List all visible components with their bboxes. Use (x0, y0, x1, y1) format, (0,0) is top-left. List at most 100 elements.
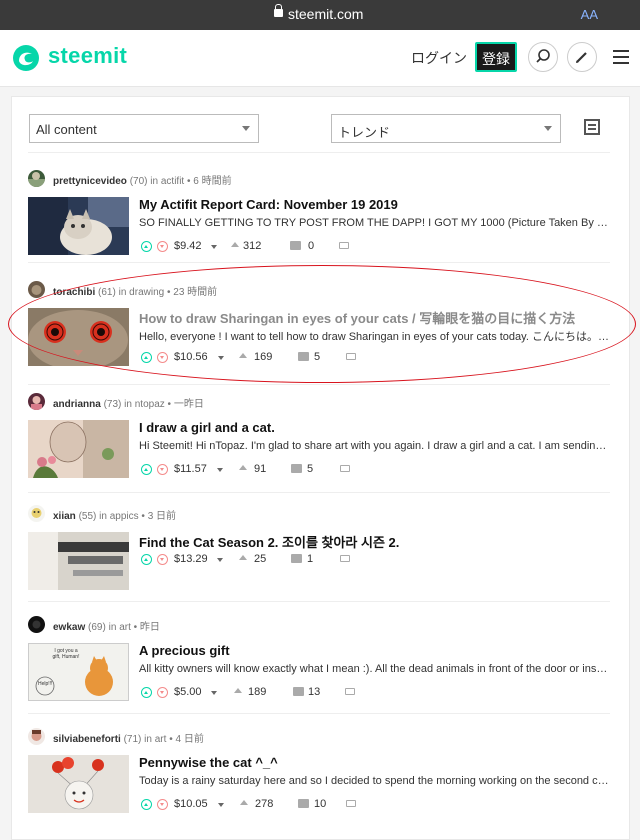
comment-count[interactable]: 1 (307, 553, 313, 565)
downvote-icon[interactable] (157, 464, 168, 475)
upvote-icon[interactable] (141, 464, 152, 475)
vote-count[interactable]: 91 (254, 463, 266, 475)
chevron-down-icon[interactable] (217, 558, 223, 562)
author-link[interactable]: xiian (53, 511, 76, 522)
reblog-icon[interactable] (340, 465, 350, 472)
downvote-icon[interactable] (157, 554, 168, 565)
chevron-down-icon[interactable] (218, 803, 224, 807)
comment-count[interactable]: 5 (314, 351, 320, 363)
author-link[interactable]: andrianna (53, 399, 101, 410)
payout-amount[interactable]: $5.00 (174, 686, 202, 698)
chevron-down-icon[interactable] (217, 468, 223, 472)
vote-count[interactable]: 169 (254, 351, 272, 363)
downvote-icon[interactable] (157, 799, 168, 810)
payout-amount[interactable]: $13.29 (174, 553, 208, 565)
comment-icon[interactable] (290, 241, 301, 250)
comment-icon[interactable] (291, 464, 302, 473)
browser-url-bar[interactable]: steemit.com AA (0, 0, 640, 30)
comment-count[interactable]: 10 (314, 798, 326, 810)
post-thumbnail[interactable] (28, 755, 129, 813)
reblog-icon[interactable] (346, 353, 356, 360)
payout-amount[interactable]: $9.42 (174, 240, 202, 252)
voters-icon[interactable] (239, 353, 247, 358)
steemit-logo-icon[interactable] (12, 44, 40, 72)
category-link[interactable]: drawing (129, 287, 164, 298)
chevron-down-icon[interactable] (218, 356, 224, 360)
post-title[interactable]: A precious gift (139, 643, 230, 658)
downvote-icon[interactable] (157, 352, 168, 363)
post-thumbnail[interactable] (28, 420, 129, 478)
upvote-icon[interactable] (141, 241, 152, 252)
upvote-icon[interactable] (141, 554, 152, 565)
comment-icon[interactable] (298, 799, 309, 808)
post-thumbnail[interactable] (28, 197, 129, 255)
category-link[interactable]: actifit (161, 176, 184, 187)
avatar[interactable] (28, 728, 45, 745)
avatar[interactable] (28, 393, 45, 410)
avatar[interactable] (28, 505, 45, 522)
chevron-down-icon[interactable] (211, 691, 217, 695)
reblog-icon[interactable] (339, 242, 349, 249)
payout-amount[interactable]: $11.57 (174, 463, 207, 475)
reblog-icon[interactable] (340, 555, 350, 562)
post-title[interactable]: I draw a girl and a cat. (139, 420, 275, 435)
url-text[interactable]: steemit.com (288, 6, 363, 22)
voters-icon[interactable] (234, 688, 242, 693)
chevron-down-icon[interactable] (211, 245, 217, 249)
voters-icon[interactable] (239, 465, 247, 470)
vote-count[interactable]: 278 (255, 798, 273, 810)
post-thumbnail[interactable] (28, 308, 129, 366)
sort-select[interactable]: トレンド (331, 114, 561, 143)
post-title[interactable]: My Actifit Report Card: November 19 2019 (139, 197, 398, 212)
vote-count[interactable]: 312 (243, 240, 261, 252)
author-link[interactable]: ewkaw (53, 622, 85, 633)
post-thumbnail[interactable]: I got you a gift, Human! Help!!! (28, 643, 129, 701)
post-title[interactable]: How to draw Sharingan in eyes of your ca… (139, 308, 575, 327)
category-link[interactable]: appics (110, 511, 139, 522)
comment-icon[interactable] (291, 554, 302, 563)
reblog-icon[interactable] (345, 688, 355, 695)
avatar[interactable] (28, 281, 45, 298)
payout-amount[interactable]: $10.05 (174, 798, 208, 810)
reblog-icon[interactable] (346, 800, 356, 807)
post-title[interactable]: Pennywise the cat ^_^ (139, 755, 278, 770)
search-button[interactable] (528, 42, 558, 72)
comment-count[interactable]: 13 (308, 686, 320, 698)
payout-amount[interactable]: $10.56 (174, 351, 208, 363)
vote-count[interactable]: 25 (254, 553, 266, 565)
voters-icon[interactable] (231, 242, 239, 247)
category-link[interactable]: ntopaz (135, 399, 165, 410)
post-snippet[interactable]: All kitty owners will know exactly what … (139, 663, 609, 675)
post-snippet[interactable]: Today is a rainy saturday here and so I … (139, 775, 609, 787)
text-size-button[interactable]: AA (581, 7, 598, 22)
layout-toggle-icon[interactable] (584, 119, 600, 135)
post-thumbnail[interactable] (28, 532, 129, 590)
downvote-icon[interactable] (157, 687, 168, 698)
write-post-button[interactable] (567, 42, 597, 72)
comment-count[interactable]: 5 (307, 463, 313, 475)
avatar[interactable] (28, 616, 45, 633)
voters-icon[interactable] (239, 555, 247, 560)
upvote-icon[interactable] (141, 687, 152, 698)
author-link[interactable]: torachibi (53, 287, 95, 298)
upvote-icon[interactable] (141, 352, 152, 363)
login-link[interactable]: ログイン (411, 48, 467, 68)
logo-text[interactable]: steemit (48, 43, 127, 69)
post-snippet[interactable]: Hi Steemit! Hi nTopaz. I'm glad to share… (139, 440, 609, 452)
post-snippet[interactable]: Hello, everyone ! I want to tell how to … (139, 328, 609, 344)
post-title[interactable]: Find the Cat Season 2. 조이를 찾아라 시즌 2. (139, 532, 399, 551)
vote-count[interactable]: 189 (248, 686, 266, 698)
downvote-icon[interactable] (157, 241, 168, 252)
post-snippet[interactable]: SO FINALLY GETTING TO TRY POST FROM THE … (139, 217, 609, 229)
avatar[interactable] (28, 170, 45, 187)
author-link[interactable]: silviabeneforti (53, 734, 121, 745)
hamburger-menu-icon[interactable] (613, 50, 629, 64)
category-link[interactable]: art (119, 622, 131, 633)
signup-button[interactable]: 登録 (475, 42, 517, 72)
category-link[interactable]: art (155, 734, 167, 745)
voters-icon[interactable] (240, 800, 248, 805)
comment-count[interactable]: 0 (308, 240, 314, 252)
author-link[interactable]: prettynicevideo (53, 176, 127, 187)
content-filter-select[interactable]: All content (29, 114, 259, 143)
comment-icon[interactable] (298, 352, 309, 361)
